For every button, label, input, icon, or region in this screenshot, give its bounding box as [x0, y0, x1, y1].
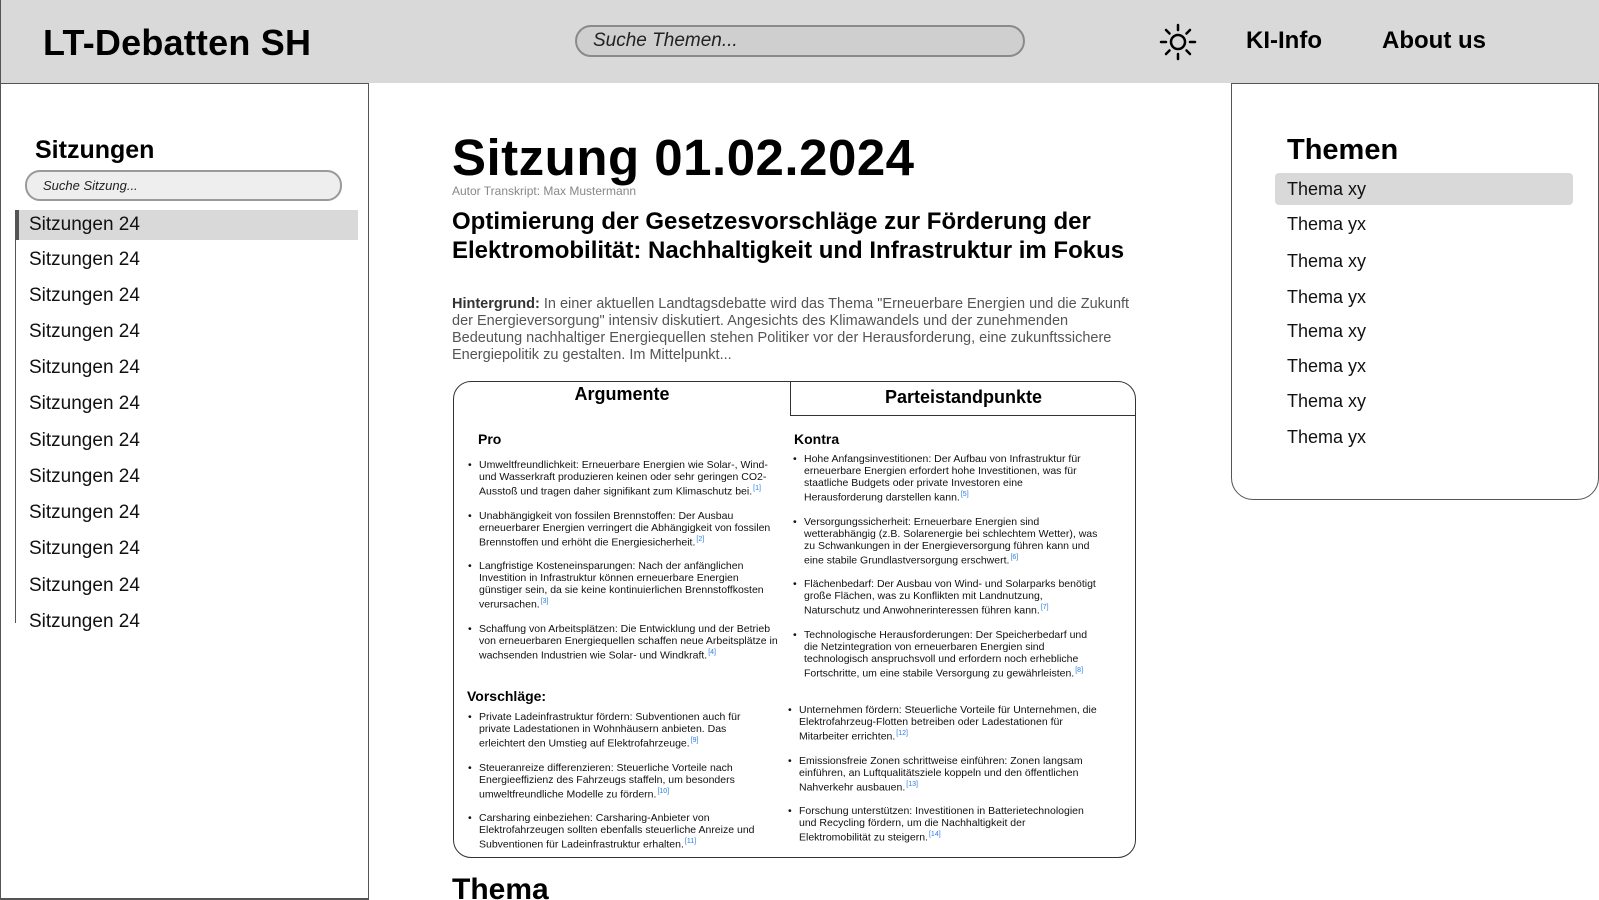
sessions-title: Sitzungen [35, 136, 155, 164]
session-item[interactable]: Sitzungen 24 [16, 571, 358, 601]
contra-column: Hohe Anfangsinvestitionen: Der Aufbau vo… [793, 453, 1101, 691]
session-item[interactable]: Sitzungen 24 [16, 281, 358, 311]
topic-item[interactable]: Thema xy [1275, 315, 1573, 347]
top-header: LT-Debatten SH KI-Info About us [0, 0, 1599, 83]
background-label: Hintergrund: [452, 296, 540, 312]
citation-link[interactable]: [8] [1075, 667, 1083, 674]
topic-item[interactable]: Thema yx [1275, 350, 1573, 382]
proposal-item: Carsharing einbeziehen: Carsharing-Anbie… [468, 812, 774, 851]
theme-toggle-button[interactable] [1158, 22, 1198, 62]
session-list: Sitzungen 24 Sitzungen 24 Sitzungen 24 S… [15, 210, 358, 632]
citation-link[interactable]: [1] [753, 485, 761, 492]
session-item[interactable]: Sitzungen 24 [16, 534, 358, 564]
citation-link[interactable]: [2] [696, 536, 704, 543]
citation-link[interactable]: [13] [906, 781, 918, 788]
sessions-sidebar: Sitzungen Sitzungen 24 Sitzungen 24 Sitz… [0, 83, 369, 900]
citation-link[interactable]: [12] [896, 730, 908, 737]
citation-link[interactable]: [3] [541, 598, 549, 605]
proposal-item: Steueranreize differenzieren: Steuerlich… [468, 762, 774, 801]
topic-search-input[interactable] [575, 25, 1025, 57]
debate-title: Optimierung der Gesetzesvorschläge zur F… [452, 208, 1125, 264]
proposal-item: Unternehmen fördern: Steuerliche Vorteil… [788, 704, 1098, 743]
contra-argument: Flächenbedarf: Der Ausbau von Wind- und … [793, 578, 1101, 617]
citation-link[interactable]: [6] [1010, 554, 1018, 561]
transcript-author: Autor Transkript: Max Mustermann [452, 184, 637, 198]
next-section-heading: Thema [452, 873, 549, 900]
session-item[interactable]: Sitzungen 24 [16, 389, 358, 419]
topic-item[interactable]: Thema yx [1275, 421, 1573, 453]
topic-item[interactable]: Thema xy [1275, 385, 1573, 417]
citation-link[interactable]: [14] [929, 831, 941, 838]
citation-link[interactable]: [9] [691, 737, 699, 744]
citation-link[interactable]: [4] [708, 649, 716, 656]
pro-argument: Schaffung von Arbeitsplätzen: Die Entwic… [468, 623, 780, 662]
tab-argumente[interactable]: Argumente [454, 381, 790, 416]
sun-icon [1159, 23, 1197, 61]
topics-sidebar: Themen Thema xy Thema yx Thema xy Thema … [1231, 83, 1599, 500]
nav-about-us-link[interactable]: About us [1382, 27, 1486, 55]
proposals-heading: Vorschläge: [467, 688, 547, 704]
topic-item[interactable]: Thema xy [1275, 245, 1573, 277]
session-search-input[interactable] [25, 170, 342, 201]
session-item[interactable]: Sitzungen 24 [16, 462, 358, 492]
citation-link[interactable]: [10] [657, 788, 669, 795]
proposals-left-column: Private Ladeinfrastruktur fördern: Subve… [468, 711, 774, 863]
topic-item[interactable]: Thema yx [1275, 281, 1573, 313]
proposals-right-column: Unternehmen fördern: Steuerliche Vorteil… [788, 704, 1098, 856]
citation-link[interactable]: [7] [1041, 604, 1049, 611]
session-item[interactable]: Sitzungen 24 [16, 353, 358, 383]
proposal-item: Private Ladeinfrastruktur fördern: Subve… [468, 711, 774, 750]
background-summary: Hintergrund: In einer aktuellen Landtags… [452, 296, 1132, 364]
citation-link[interactable]: [11] [685, 838, 696, 845]
contra-heading: Kontra [794, 431, 840, 447]
pro-argument: Langfristige Kosteneinsparungen: Nach de… [468, 560, 780, 611]
app-logo[interactable]: LT-Debatten SH [43, 22, 311, 64]
citation-link[interactable]: [5] [961, 491, 969, 498]
pro-heading: Pro [478, 431, 502, 447]
page-title: Sitzung 01.02.2024 [452, 129, 915, 186]
session-item[interactable]: Sitzungen 24 [16, 317, 358, 347]
session-item[interactable]: Sitzungen 24 [16, 498, 358, 528]
arguments-card: Argumente Parteistandpunkte Pro Kontra U… [453, 381, 1136, 858]
pro-argument: Unabhängigkeit von fossilen Brennstoffen… [468, 510, 780, 549]
tab-parteistandpunkte[interactable]: Parteistandpunkte [790, 381, 1136, 416]
session-item[interactable]: Sitzungen 24 [16, 245, 358, 275]
nav-ki-info-link[interactable]: KI-Info [1246, 27, 1322, 55]
session-item[interactable]: Sitzungen 24 [16, 607, 358, 637]
topics-title: Themen [1287, 134, 1399, 166]
contra-argument: Hohe Anfangsinvestitionen: Der Aufbau vo… [793, 453, 1101, 504]
proposal-item: Emissionsfreie Zonen schrittweise einfüh… [788, 755, 1098, 794]
main-content: Sitzung 01.02.2024 Autor Transkript: Max… [369, 83, 1231, 900]
topic-item[interactable]: Thema xy [1275, 173, 1573, 205]
session-item[interactable]: Sitzungen 24 [16, 210, 358, 240]
proposal-item: Forschung unterstützen: Investitionen in… [788, 805, 1098, 844]
pro-argument: Umweltfreundlichkeit: Erneuerbare Energi… [468, 459, 780, 498]
contra-argument: Versorgungssicherheit: Erneuerbare Energ… [793, 516, 1101, 567]
topic-item[interactable]: Thema yx [1275, 208, 1573, 240]
session-item[interactable]: Sitzungen 24 [16, 426, 358, 456]
contra-argument: Technologische Herausforderungen: Der Sp… [793, 629, 1101, 680]
background-text: In einer aktuellen Landtagsdebatte wird … [452, 296, 1130, 363]
pro-column: Umweltfreundlichkeit: Erneuerbare Energi… [468, 459, 780, 673]
